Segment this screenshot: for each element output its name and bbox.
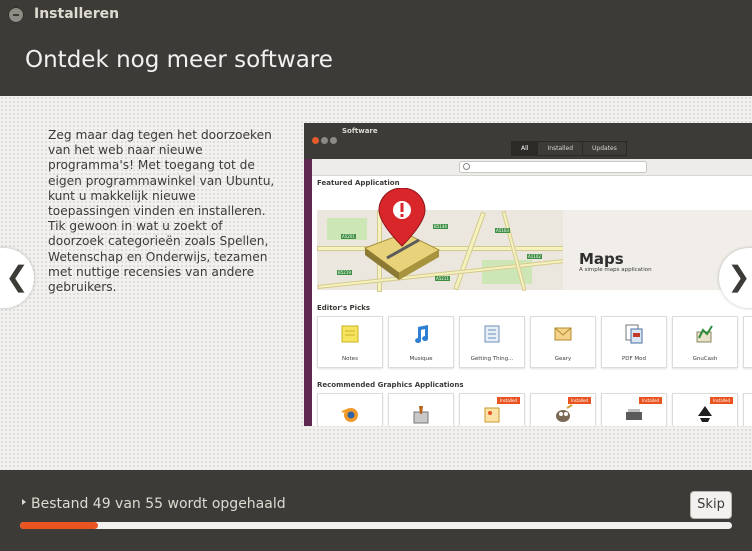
app-tile-gnucash: GnuCash	[672, 316, 738, 368]
featured-heading: Featured Application	[317, 179, 400, 187]
graphics-heading: Recommended Graphics Applications	[317, 381, 464, 389]
road-label: A1102	[527, 254, 542, 259]
software-center-tabs: All Installed Updates	[511, 141, 627, 156]
chevron-left-icon: ❮	[5, 260, 29, 293]
blender-icon	[341, 408, 358, 422]
mail-icon	[554, 327, 572, 341]
paint-icon	[413, 406, 429, 424]
app-tile-label: Geary	[554, 356, 572, 362]
featured-banner: A5201 B5144 A5103 B5219 A5211 A1102 Maps…	[317, 188, 752, 292]
page-title: Ontdek nog meer software	[25, 47, 333, 73]
installed-badge: Installed	[709, 397, 733, 404]
software-center-screenshot: Software All Installed Updates Featured Ap…	[304, 123, 752, 426]
graphics-app-tile: Installed	[672, 393, 738, 426]
expander-arrow-icon[interactable]	[22, 499, 26, 505]
skip-button[interactable]: Skip	[690, 491, 732, 519]
graphics-app-tile	[388, 393, 454, 426]
maps-app-icon	[363, 188, 441, 280]
app-tile-label: PDF Mod	[621, 356, 647, 362]
app-tile-label: Musique	[409, 356, 433, 362]
installed-badge: Installed	[496, 397, 520, 404]
app-tile-label: GnuCash	[692, 356, 718, 362]
app-tile-label: Getting Thing...	[470, 356, 514, 362]
music-note-icon	[415, 325, 429, 343]
progress-bar	[20, 522, 732, 529]
graphics-app-tile: Installed	[530, 393, 596, 426]
app-tile-getting-things: Getting Thing...	[459, 316, 525, 368]
graphics-app-tile: Installed	[459, 393, 525, 426]
slide-description: Zeg maar dag tegen het doorzoeken van he…	[48, 128, 275, 295]
minimize-dot-icon	[321, 137, 328, 144]
installed-badge: Installed	[638, 397, 662, 404]
app-tile-partial	[743, 316, 752, 368]
search-bar	[312, 159, 752, 176]
chevron-right-icon: ❯	[727, 260, 751, 293]
road-label: A5201	[341, 234, 356, 239]
featured-app-subtitle: A simple maps application	[579, 267, 652, 273]
close-window-icon[interactable]	[8, 7, 24, 23]
slideshow: ❮ Zeg maar dag tegen het doorzoeken van …	[0, 96, 752, 470]
gimp-icon	[556, 404, 573, 422]
graphics-app-tile-partial	[743, 393, 752, 426]
scanner-icon	[626, 409, 642, 420]
featured-app-name: Maps	[579, 250, 624, 268]
software-center-body: Featured Application A5201 B5144 A5103 B…	[312, 159, 752, 426]
pdf-icon	[625, 324, 643, 344]
tab-updates: Updates	[582, 141, 627, 156]
app-tile-pdf-mod: PDF Mod	[601, 316, 667, 368]
tab-all: All	[511, 141, 539, 156]
window-controls	[312, 129, 339, 148]
app-tile-label: Notes	[342, 356, 358, 362]
finance-icon	[696, 325, 713, 343]
app-tile-musique: Musique	[388, 316, 454, 368]
installed-badge: Installed	[567, 397, 591, 404]
software-center-toolbar: Software All Installed Updates	[304, 123, 752, 159]
graphics-app-tile	[317, 393, 383, 426]
title-bar: Installeren	[0, 0, 752, 30]
inkscape-icon	[698, 406, 712, 422]
previous-slide-button[interactable]: ❮	[0, 248, 34, 308]
progress-fill	[20, 522, 99, 529]
road-label: B5219	[337, 270, 352, 275]
software-center-title: Software	[342, 127, 378, 135]
notes-icon	[341, 325, 359, 343]
status-text: Bestand 49 van 55 wordt opgehaald	[31, 496, 286, 512]
maximize-dot-icon	[330, 137, 337, 144]
app-tile-notes: Notes	[317, 316, 383, 368]
search-field	[459, 161, 647, 173]
graphics-app-tile: Installed	[601, 393, 667, 426]
page-header: Ontdek nog meer software	[0, 30, 752, 96]
tab-installed: Installed	[537, 141, 584, 156]
editors-picks-heading: Editor's Picks	[317, 304, 371, 312]
search-icon	[463, 163, 470, 170]
close-dot-icon	[312, 137, 319, 144]
footer: Bestand 49 van 55 wordt opgehaald Skip	[0, 470, 752, 551]
app-tile-geary: Geary	[530, 316, 596, 368]
map-image: A5201 B5144 A5103 B5219 A5211 A1102	[317, 188, 565, 292]
image-viewer-icon	[484, 407, 500, 423]
road-label: A5103	[495, 228, 510, 233]
checklist-icon	[484, 325, 500, 343]
download-status[interactable]: Bestand 49 van 55 wordt opgehaald	[22, 496, 286, 512]
window-title: Installeren	[34, 6, 120, 22]
